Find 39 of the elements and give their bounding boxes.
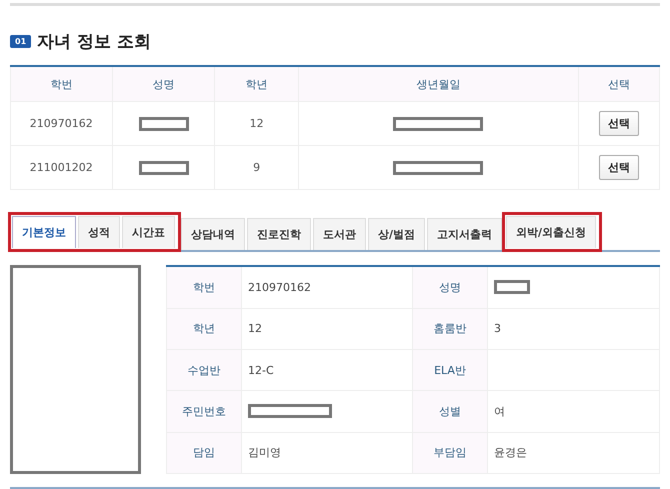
field-value: 3 bbox=[488, 308, 660, 350]
field-label: 주민번호 bbox=[166, 390, 242, 432]
field-value: 윤경은 bbox=[488, 432, 660, 474]
field-label: 담임 bbox=[166, 432, 242, 474]
field-value: 210970162 bbox=[242, 266, 412, 308]
field-label: 학년 bbox=[166, 308, 242, 350]
tab[interactable]: 진로진학 bbox=[247, 218, 311, 250]
field-value: 12 bbox=[242, 308, 412, 350]
field-label: 부담임 bbox=[412, 432, 488, 474]
tab[interactable]: 고지서출력 bbox=[427, 218, 502, 250]
table-cell: 9 bbox=[214, 146, 298, 190]
field-label: ELA반 bbox=[412, 349, 488, 391]
field-value: 12-C bbox=[242, 349, 412, 391]
tab[interactable]: 상/벌점 bbox=[368, 218, 426, 250]
column-header: 생년월일 bbox=[298, 66, 578, 102]
tab[interactable]: 기본정보 bbox=[12, 216, 76, 248]
field-label: 홈룸반 bbox=[412, 308, 488, 350]
table-cell: 12 bbox=[214, 102, 298, 146]
column-header: 선택 bbox=[578, 66, 660, 102]
column-header: 성명 bbox=[112, 66, 215, 102]
tab[interactable]: 도서관 bbox=[313, 218, 366, 250]
field-label: 수업반 bbox=[166, 349, 242, 391]
tab[interactable]: 성적 bbox=[78, 216, 120, 248]
tab[interactable]: 외박/외출신청 bbox=[506, 216, 596, 248]
field-value: 여 bbox=[488, 390, 660, 432]
field-label: 성명 bbox=[412, 266, 488, 308]
field-value: 김미영 bbox=[242, 432, 412, 474]
column-header: 학년 bbox=[214, 66, 298, 102]
section-badge: 01 bbox=[10, 35, 32, 48]
table-cell: 210970162 bbox=[10, 102, 112, 146]
field-label: 성별 bbox=[412, 390, 488, 432]
select-button[interactable]: 선택 bbox=[599, 155, 639, 180]
section-title: 자녀 정보 조회 bbox=[37, 31, 151, 53]
field-label: 학번 bbox=[166, 266, 242, 308]
table-cell: 211001202 bbox=[10, 146, 112, 190]
column-header: 학번 bbox=[10, 66, 112, 102]
tab[interactable]: 상담내역 bbox=[181, 218, 245, 250]
select-button[interactable]: 선택 bbox=[599, 111, 639, 136]
tab[interactable]: 시간표 bbox=[122, 216, 175, 248]
